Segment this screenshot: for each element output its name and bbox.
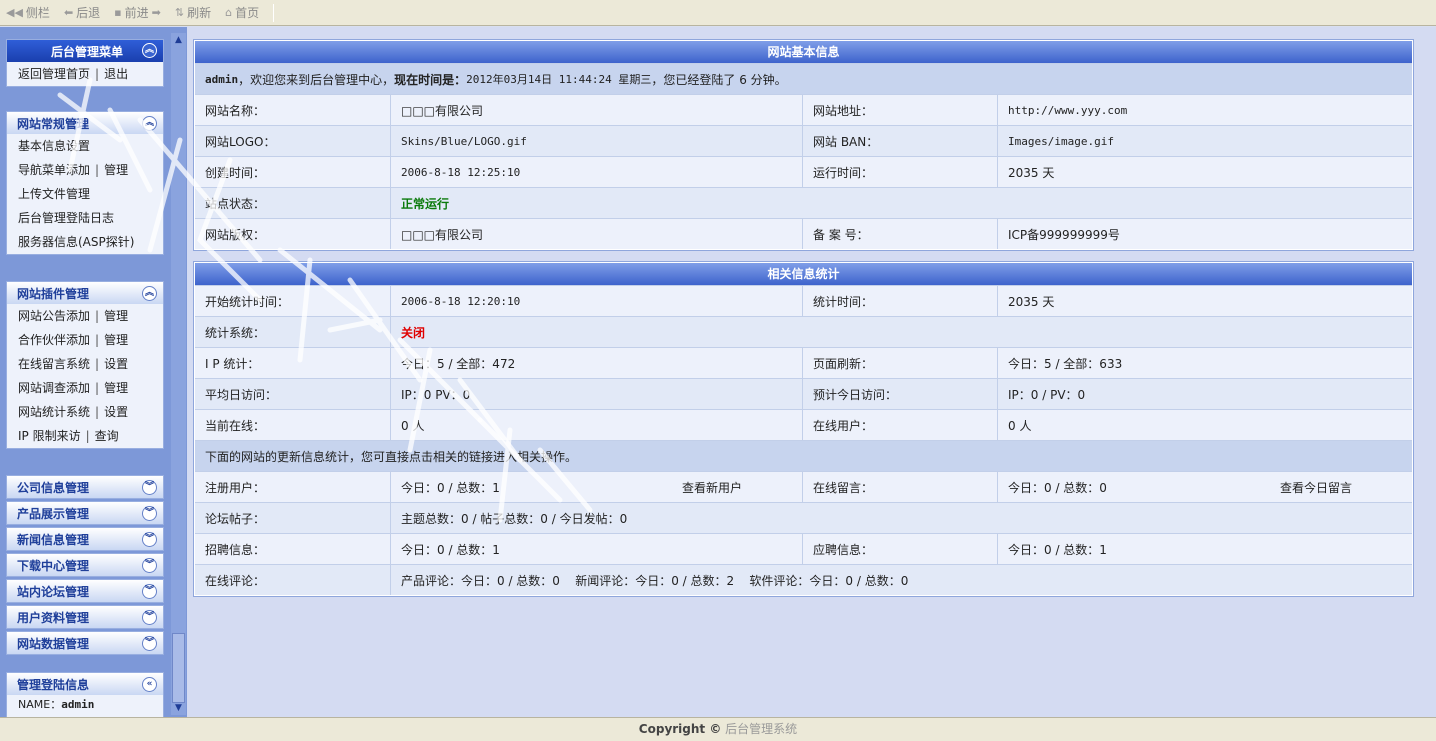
sidebar-item-upload-files[interactable]: 上传文件管理 <box>7 182 163 206</box>
collapsed-panel-products[interactable]: 产品展示管理 ︾ <box>6 501 164 525</box>
collapse-up-icon[interactable]: ︽ <box>142 285 157 301</box>
return-home-link[interactable]: 返回管理首页 <box>18 67 90 81</box>
status-badge: 正常运行 <box>401 196 450 211</box>
sidebar-item-guestbook: 在线留言系统 | 设置 <box>18 357 129 371</box>
sidebar-item-nav-menu: 导航菜单添加 | 管理 <box>18 163 129 177</box>
created-row: 创建时间： 2006-8-18 12:25:10 运行时间： 2035 天 <box>195 156 1412 187</box>
refresh-button[interactable]: ⇅ 刷新 <box>175 4 211 21</box>
sidebar-item-server-info[interactable]: 服务器信息(ASP探针) <box>7 230 163 254</box>
stats-title: 相关信息统计 <box>195 263 1412 285</box>
expand-down-icon[interactable]: ︾ <box>142 583 157 599</box>
collapse-up-icon[interactable]: ︽ <box>142 43 157 58</box>
stat-system-row: 统计系统： 关闭 <box>195 316 1412 347</box>
avg-visit-row: 平均日访问： IP：0 PV：0 预计今日访问： IP：0 / PV：0 <box>195 378 1412 409</box>
update-note-row: 下面的网站的更新信息统计，您可直接点击相关的链接进入相关操作。 <box>195 440 1412 471</box>
forum-posts-row: 论坛帖子： 主题总数：0 / 帖子总数：0 / 今日发帖：0 <box>195 502 1412 533</box>
login-info-header[interactable]: 管理登陆信息 « <box>7 673 163 695</box>
nav-menu-manage-link[interactable]: 管理 <box>104 163 128 177</box>
expand-down-icon[interactable]: ︾ <box>142 505 157 521</box>
login-name-row: NAME：admin <box>18 698 95 711</box>
status-row: 站点状态： 正常运行 <box>195 187 1412 218</box>
expand-down-icon[interactable]: ︾ <box>142 557 157 573</box>
expand-down-icon[interactable]: ︾ <box>142 531 157 547</box>
scrollbar-thumb[interactable] <box>172 633 185 703</box>
jobs-row: 招聘信息： 今日：0 / 总数：1 应聘信息： 今日：0 / 总数：1 <box>195 533 1412 564</box>
basic-info-title: 网站基本信息 <box>195 41 1412 63</box>
double-left-arrow-icon: ◀◀ <box>6 6 23 19</box>
forward-button[interactable]: ▪ 前进 ➡ <box>114 4 161 21</box>
expand-down-icon[interactable]: ︾ <box>142 609 157 625</box>
toolbar-divider <box>273 3 275 22</box>
online-row: 当前在线： 0 人在线用户： 0 人 <box>195 409 1412 440</box>
sidebar-item-partners: 合作伙伴添加 | 管理 <box>18 333 129 347</box>
copyright-row: 网站版权： □□□有限公司备 案 号： ICP备999999999号 <box>195 218 1412 249</box>
start-time-row: 开始统计时间： 2006-8-18 12:20:10 统计时间： 2035 天 <box>195 285 1412 316</box>
collapse-left-icon[interactable]: « <box>142 676 157 692</box>
collapsed-panel-data[interactable]: 网站数据管理 ︾ <box>6 631 164 655</box>
view-new-users-link[interactable]: 查看新用户 <box>682 479 742 496</box>
collapsed-panel-users[interactable]: 用户资料管理 ︾ <box>6 605 164 629</box>
back-button[interactable]: ⬅ 后退 <box>64 4 100 21</box>
left-arrow-icon: ⬅ <box>63 6 74 19</box>
plugin-management-panel: 网站插件管理 ︽ 网站公告添加 | 管理 合作伙伴添加 | 管理 在线留言系统 | 设置 网站… <box>6 281 164 449</box>
site-management-header[interactable]: 网站常规管理 ︽ <box>7 112 163 134</box>
square-bullet-icon: ▪ <box>114 6 122 19</box>
home-icon: ⌂ <box>225 6 233 19</box>
collapse-up-icon[interactable]: ︽ <box>142 115 157 131</box>
toolbar: ◀◀ 侧栏 ⬅ 后退 ▪ 前进 ➡ ⇅ 刷新 ⌂ 首页 <box>0 0 1436 26</box>
basic-info-box: 网站基本信息 admin ，欢迎您来到后台管理中心， 现在时间是： 2012年03月1… <box>193 39 1414 251</box>
site-name-row: 网站名称： □□□有限公司 网站地址： http://www.yyy.com <box>195 94 1412 125</box>
welcome-row: admin ，欢迎您来到后台管理中心， 现在时间是： 2012年03月14日 11:4… <box>195 63 1412 94</box>
collapsed-panel-news[interactable]: 新闻信息管理 ︾ <box>6 527 164 551</box>
main-content: 网站基本信息 admin ，欢迎您来到后台管理中心， 现在时间是： 2012年03月1… <box>187 27 1436 717</box>
right-arrow-icon: ➡ <box>151 6 161 19</box>
home-button[interactable]: ⌂ 首页 <box>225 4 259 21</box>
sidebar-item-basic-settings[interactable]: 基本信息设置 <box>7 134 163 158</box>
sidebar-item-login-log[interactable]: 后台管理登陆日志 <box>7 206 163 230</box>
footer: Copyright © 后台管理系统 <box>0 717 1436 741</box>
stat-system-status: 关闭 <box>401 325 426 340</box>
refresh-icon: ⇅ <box>174 6 185 19</box>
scroll-down-icon[interactable]: ▼ <box>171 701 186 715</box>
sidebar: 后台管理菜单 ︽ 返回管理首页 | 退出 网站常规管理 ︽ 基本信息设置 导航菜单添加 |… <box>0 27 187 717</box>
sidebar-toggle-button[interactable]: ◀◀ 侧栏 <box>6 4 50 21</box>
menu-header-panel: 后台管理菜单 ︽ 返回管理首页 | 退出 <box>6 39 164 87</box>
stats-box: 相关信息统计 开始统计时间： 2006-8-18 12:20:10 统计时间： 203… <box>193 261 1414 597</box>
sidebar-item-survey: 网站调查添加 | 管理 <box>18 381 129 395</box>
menu-header-links: 返回管理首页 | 退出 <box>18 67 129 81</box>
collapsed-panel-company[interactable]: 公司信息管理 ︾ <box>6 475 164 499</box>
login-info-panel: 管理登陆信息 « NAME：admin <box>6 672 164 717</box>
comments-row: 在线评论： 产品评论：今日：0 / 总数：0 新闻评论：今日：0 / 总数：2 软… <box>195 564 1412 595</box>
sidebar-item-ip-limit: IP 限制来访 | 查询 <box>18 429 119 443</box>
ip-stat-row: I P 统计： 今日：5 / 全部：472 页面刷新： 今日：5 / 全部：633 <box>195 347 1412 378</box>
scroll-up-icon[interactable]: ▲ <box>171 33 186 47</box>
sidebar-item-announcement: 网站公告添加 | 管理 <box>18 309 129 323</box>
nav-menu-add-link[interactable]: 导航菜单添加 <box>18 163 90 177</box>
registered-users-row: 注册用户： 今日：0 / 总数：1 查看新用户 在线留言： 今日：0 / 总数：0 查看今… <box>195 471 1412 502</box>
menu-header-title: 后台管理菜单 ︽ <box>7 40 163 62</box>
plugin-management-header[interactable]: 网站插件管理 ︽ <box>7 282 163 304</box>
logout-link[interactable]: 退出 <box>104 67 128 81</box>
logo-row: 网站LOGO： Skins/Blue/LOGO.gif 网站 BAN： Images/… <box>195 125 1412 156</box>
site-management-panel: 网站常规管理 ︽ 基本信息设置 导航菜单添加 | 管理 上传文件管理 后台管理登陆日志… <box>6 111 164 255</box>
expand-down-icon[interactable]: ︾ <box>142 479 157 495</box>
collapsed-panel-downloads[interactable]: 下载中心管理 ︾ <box>6 553 164 577</box>
expand-down-icon[interactable]: ︾ <box>142 635 157 651</box>
sidebar-item-statistics: 网站统计系统 | 设置 <box>18 405 129 419</box>
view-today-messages-link[interactable]: 查看今日留言 <box>1280 479 1352 496</box>
collapsed-panel-forum[interactable]: 站内论坛管理 ︾ <box>6 579 164 603</box>
sidebar-scrollbar[interactable]: ▲ ▼ <box>171 33 186 715</box>
